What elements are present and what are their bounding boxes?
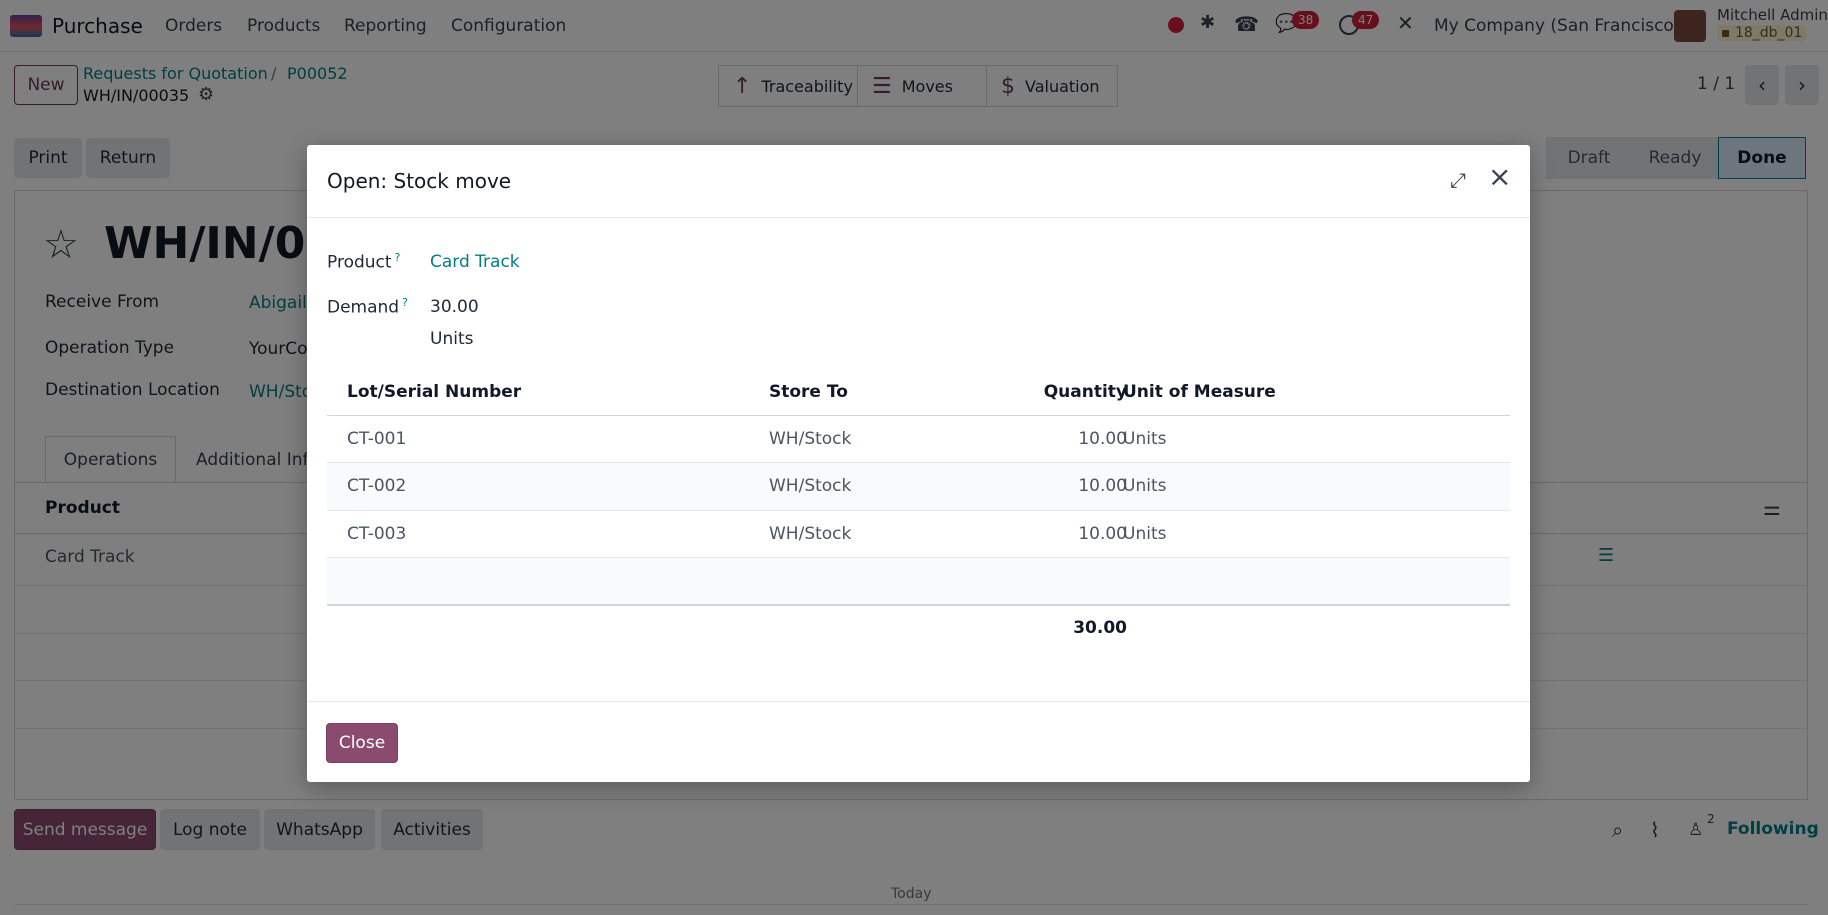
col-lot-serial[interactable]: Lot/Serial Number xyxy=(347,382,521,402)
col-quantity[interactable]: Quantity xyxy=(1027,382,1127,402)
row-lot: CT-001 xyxy=(347,429,407,449)
demand-help-icon[interactable]: ? xyxy=(402,296,408,309)
close-button[interactable]: Close xyxy=(326,723,398,763)
product-label: Product? xyxy=(327,251,400,273)
demand-label: Demand? xyxy=(327,296,408,318)
row-store: WH/Stock xyxy=(769,476,852,496)
expand-icon[interactable]: ⤢ xyxy=(1450,168,1466,192)
empty-row xyxy=(327,558,1510,604)
table-footer-divider xyxy=(327,604,1510,606)
quantity-total: 30.00 xyxy=(1073,618,1127,638)
row-lot: CT-003 xyxy=(347,524,407,544)
demand-uom: Units xyxy=(430,329,474,349)
table-row[interactable] xyxy=(327,416,1510,463)
close-icon[interactable]: × xyxy=(1488,163,1511,191)
row-uom: Units xyxy=(1123,429,1167,449)
stock-move-dialog: Open: Stock move ⤢ × Product? Card Track… xyxy=(307,145,1530,782)
demand-value: 30.00 xyxy=(430,297,479,317)
row-qty: 10.00 xyxy=(1078,524,1127,544)
row-uom: Units xyxy=(1123,476,1167,496)
dialog-footer: Close xyxy=(307,701,1530,782)
product-label-text: Product xyxy=(327,252,392,273)
row-uom: Units xyxy=(1123,524,1167,544)
dialog-header: Open: Stock move ⤢ × xyxy=(307,145,1530,218)
demand-label-text: Demand xyxy=(327,297,400,318)
row-store: WH/Stock xyxy=(769,524,852,544)
row-store: WH/Stock xyxy=(769,429,852,449)
row-lot: CT-002 xyxy=(347,476,407,496)
row-qty: 10.00 xyxy=(1078,476,1127,496)
col-store-to[interactable]: Store To xyxy=(769,382,848,402)
table-row[interactable] xyxy=(327,463,1510,510)
product-value[interactable]: Card Track xyxy=(430,252,520,272)
col-unit-of-measure[interactable]: Unit of Measure xyxy=(1123,382,1276,402)
dialog-title: Open: Stock move xyxy=(327,169,512,193)
table-row[interactable] xyxy=(327,511,1510,558)
row-qty: 10.00 xyxy=(1078,429,1127,449)
product-help-icon[interactable]: ? xyxy=(395,251,401,264)
